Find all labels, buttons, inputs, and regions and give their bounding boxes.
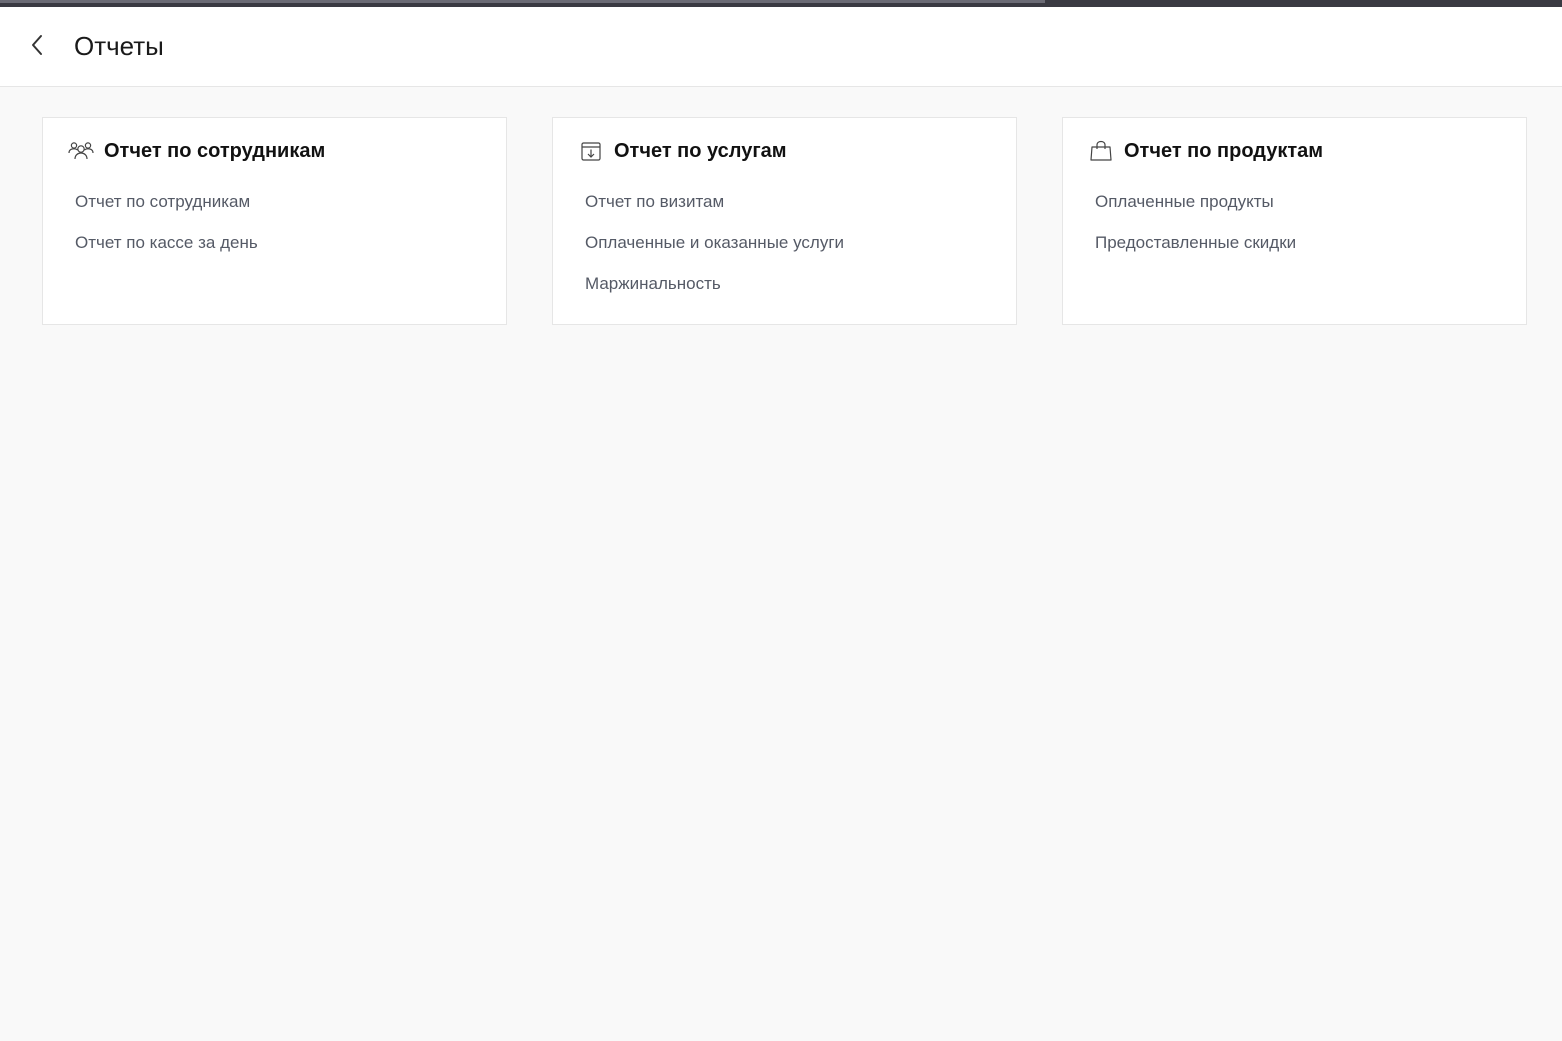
window-top-strip-highlight	[0, 0, 1045, 3]
back-button[interactable]	[22, 29, 52, 65]
window-top-strip	[0, 0, 1562, 7]
card-links: Отчет по визитам Оплаченные и оказанные …	[585, 189, 844, 312]
link-marginality[interactable]: Маржинальность	[585, 271, 844, 312]
card-title: Отчет по продуктам	[1124, 140, 1324, 162]
report-cards: Отчет по сотрудникам Отчет по сотрудника…	[42, 117, 1527, 325]
shopping-bag-icon	[1088, 139, 1114, 163]
card-title: Отчет по сотрудникам	[104, 140, 326, 162]
link-paid-services[interactable]: Оплаченные и оказанные услуги	[585, 230, 844, 271]
card-header: Отчет по продуктам	[1088, 138, 1323, 164]
card-product-reports: Отчет по продуктам Оплаченные продукты П…	[1062, 117, 1527, 325]
link-paid-products[interactable]: Оплаченные продукты	[1095, 189, 1296, 230]
card-header: Отчет по сотрудникам	[68, 138, 325, 164]
link-visits-report[interactable]: Отчет по визитам	[585, 189, 844, 230]
page-title: Отчеты	[74, 31, 164, 61]
link-employee-report[interactable]: Отчет по сотрудникам	[75, 189, 258, 230]
card-links: Оплаченные продукты Предоставленные скид…	[1095, 189, 1296, 271]
card-employee-reports: Отчет по сотрудникам Отчет по сотрудника…	[42, 117, 507, 325]
users-icon	[68, 139, 94, 163]
link-daily-cash-report[interactable]: Отчет по кассе за день	[75, 230, 258, 271]
card-header: Отчет по услугам	[578, 138, 787, 164]
link-discounts[interactable]: Предоставленные скидки	[1095, 230, 1296, 271]
chevron-left-icon	[29, 33, 45, 62]
card-links: Отчет по сотрудникам Отчет по кассе за д…	[75, 189, 258, 271]
page-header: Отчеты	[0, 7, 1562, 87]
card-title: Отчет по услугам	[614, 140, 787, 162]
card-service-reports: Отчет по услугам Отчет по визитам Оплаче…	[552, 117, 1017, 325]
box-download-icon	[578, 139, 604, 163]
